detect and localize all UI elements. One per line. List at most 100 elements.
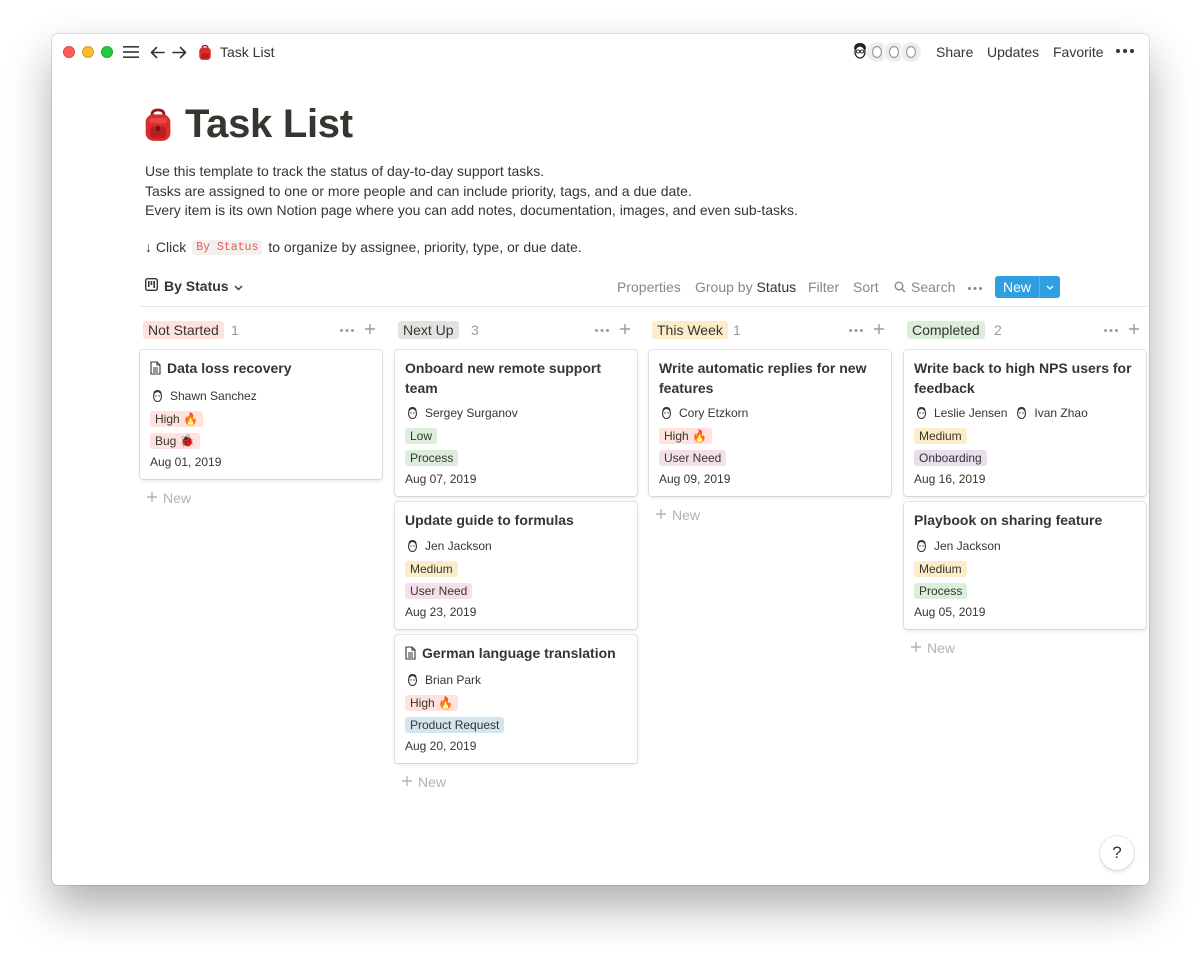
updates-button[interactable]: Updates	[987, 44, 1039, 60]
status-label[interactable]: Completed	[907, 321, 985, 339]
type-tag: User Need	[659, 450, 727, 466]
avatar[interactable]	[900, 41, 922, 63]
add-card-icon[interactable]	[618, 321, 632, 337]
view-toolbar: By Status Properties Group by Status Fil…	[144, 276, 1149, 306]
add-card-icon[interactable]	[872, 321, 886, 337]
assignee: Jen Jackson	[914, 539, 1001, 553]
new-item-button[interactable]: New	[995, 276, 1061, 298]
assignee: Brian Park	[405, 673, 481, 687]
chevron-down-icon[interactable]	[1039, 276, 1061, 298]
maximize-window-button[interactable]	[101, 46, 113, 58]
status-label[interactable]: Next Up	[398, 321, 459, 339]
priority-tag: High 🔥	[659, 428, 712, 444]
status-label[interactable]: This Week	[652, 321, 728, 339]
column-more-icon[interactable]	[849, 325, 864, 335]
new-card-button[interactable]: New	[649, 504, 891, 526]
assignee-name: Sergey Surganov	[425, 406, 518, 420]
add-card-icon[interactable]	[363, 321, 377, 337]
assignees: Jen Jackson	[405, 537, 627, 555]
properties-button[interactable]: Properties	[617, 279, 681, 295]
task-card[interactable]: Write back to high NPS users for feedbac…	[904, 350, 1146, 496]
plus-icon	[146, 490, 158, 506]
share-button[interactable]: Share	[936, 44, 973, 60]
view-more-icon[interactable]	[968, 282, 984, 294]
card-title: German language translation	[405, 644, 627, 666]
group-by-button[interactable]: Group by Status	[695, 279, 796, 295]
assignees: Leslie Jensen Ivan Zhao	[914, 404, 1136, 422]
card-title-text: Update guide to formulas	[405, 512, 574, 528]
avatar-icon	[914, 406, 928, 420]
favorite-button[interactable]: Favorite	[1053, 44, 1104, 60]
priority-row: Medium	[914, 425, 1136, 447]
plus-icon	[655, 507, 667, 523]
new-card-label: New	[163, 489, 192, 506]
assignee-name: Jen Jackson	[934, 538, 1001, 553]
priority-row: High 🔥	[405, 692, 627, 714]
priority-tag: Medium	[405, 560, 458, 577]
new-card-label: New	[672, 507, 701, 523]
assignee-name: Shawn Sanchez	[170, 388, 257, 403]
task-card[interactable]: Write automatic replies for new features…	[649, 350, 891, 496]
column-count: 1	[231, 322, 239, 338]
avatar-icon	[405, 673, 419, 687]
assignee: Sergey Surganov	[405, 406, 518, 420]
more-options-icon[interactable]	[1115, 42, 1135, 60]
new-card-button[interactable]: New	[395, 771, 637, 793]
assignees: Shawn Sanchez	[150, 387, 372, 405]
column-more-icon[interactable]	[595, 325, 610, 335]
task-card[interactable]: Playbook on sharing feature Jen Jackson Me…	[904, 502, 1146, 629]
due-date: Aug 16, 2019	[914, 472, 986, 486]
task-card[interactable]: German language translation Brian Park Hig…	[395, 634, 637, 763]
column-more-icon[interactable]	[1104, 325, 1119, 335]
hamburger-menu-icon[interactable]	[122, 41, 140, 63]
avatar-icon	[405, 539, 419, 553]
assignee: Ivan Zhao	[1014, 406, 1088, 420]
type-tag: Process	[914, 582, 968, 599]
priority-row: High 🔥	[659, 425, 881, 447]
title-bar: Task List Share Updates Favorite	[52, 34, 1149, 70]
priority-row: Low	[405, 425, 627, 447]
description-line: Tasks are assigned to one or more people…	[145, 182, 692, 199]
assignee-name: Brian Park	[425, 673, 482, 687]
type-row: User Need	[659, 447, 881, 469]
sort-button[interactable]: Sort	[853, 279, 879, 295]
filter-button[interactable]: Filter	[808, 279, 839, 295]
task-card[interactable]: Data loss recovery Shawn Sanchez High 🔥 Bug…	[140, 350, 382, 479]
assignees: Sergey Surganov	[405, 404, 627, 422]
column-more-icon[interactable]	[340, 325, 355, 335]
add-card-icon[interactable]	[1127, 321, 1141, 337]
type-row: Onboarding	[914, 447, 1136, 469]
due-date: Aug 01, 2019	[150, 454, 222, 469]
view-selector[interactable]: By Status	[144, 277, 243, 294]
card-title-text: Data loss recovery	[167, 360, 292, 376]
document-icon	[150, 361, 161, 381]
minimize-window-button[interactable]	[82, 46, 94, 58]
type-tag: Bug 🐞	[150, 432, 200, 449]
task-card[interactable]: Update guide to formulas Jen Jackson Mediu…	[395, 502, 637, 629]
page-description: Use this template to track the status of…	[145, 162, 798, 221]
due-date: Aug 09, 2019	[659, 472, 731, 486]
plus-icon	[401, 774, 413, 790]
assignees: Brian Park	[405, 671, 627, 689]
new-card-button[interactable]: New	[140, 487, 382, 509]
type-row: Product Request	[405, 714, 627, 736]
assignee: Shawn Sanchez	[150, 389, 257, 403]
status-label[interactable]: Not Started	[143, 321, 224, 339]
task-card[interactable]: Onboard new remote support team Sergey Su…	[395, 350, 637, 496]
collaborator-avatars[interactable]	[849, 41, 922, 63]
search-button[interactable]: Search	[894, 279, 955, 295]
avatar-icon	[150, 389, 164, 403]
assignee: Jen Jackson	[405, 539, 492, 553]
forward-arrow-icon[interactable]	[170, 41, 188, 63]
due-date: Aug 07, 2019	[405, 472, 477, 486]
column-count: 1	[733, 322, 741, 338]
inline-code: By Status	[192, 239, 263, 255]
back-arrow-icon[interactable]	[148, 41, 166, 63]
backpack-icon[interactable]	[143, 107, 177, 145]
close-window-button[interactable]	[63, 46, 75, 58]
breadcrumb-title[interactable]: Task List	[220, 44, 274, 60]
new-card-button[interactable]: New	[904, 637, 1146, 659]
avatar-icon	[659, 406, 673, 420]
new-button-label: New	[995, 276, 1040, 298]
help-button[interactable]: ?	[1100, 836, 1134, 870]
